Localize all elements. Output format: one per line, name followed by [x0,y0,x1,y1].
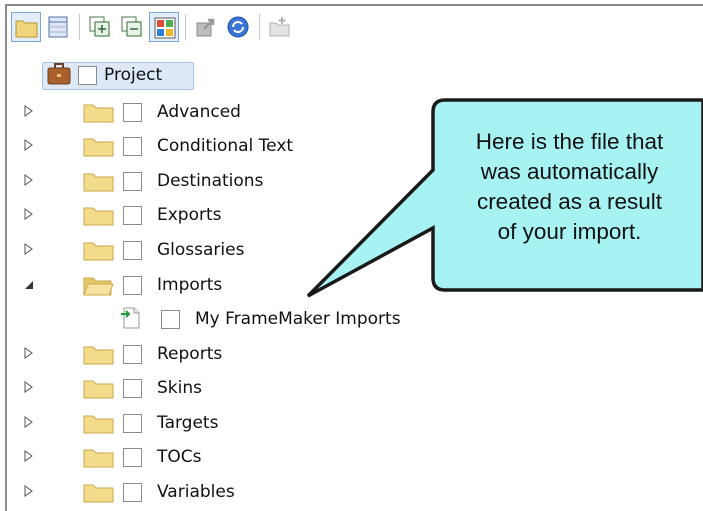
callout-bubble [306,98,703,298]
callout-line: Here is the file that [475,129,664,154]
callout-line: of your import. [497,219,642,244]
callout-text: Here is the file that was automatically … [432,127,703,247]
callout-line: was automatically [480,159,659,184]
callout-line: created as a result [476,189,663,214]
